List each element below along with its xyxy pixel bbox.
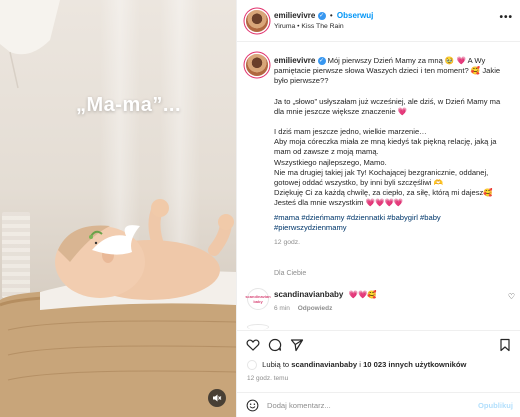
caption-line: Aby moja córeczka miała ze mną kiedyś ta… bbox=[274, 137, 497, 157]
bookmark-icon[interactable] bbox=[498, 338, 512, 352]
commenter-avatar[interactable]: scandinavian baby bbox=[245, 288, 271, 310]
post-media[interactable]: „Ma-ma”... bbox=[0, 0, 236, 417]
caption-username[interactable]: emilievivre bbox=[274, 56, 315, 65]
verified-badge-icon: ✓ bbox=[317, 57, 326, 65]
liker-avatar bbox=[247, 360, 257, 370]
comment-meta: 6 min Odpowiedz bbox=[274, 305, 332, 312]
comment-body: scandinavianbaby 💗💗🥰 bbox=[274, 290, 377, 299]
caption-text: emilievivre ✓ Mój pierwszy Dzień Mamy za… bbox=[274, 56, 512, 248]
for-you-label: Dla Ciebie bbox=[274, 270, 307, 277]
reply-button[interactable]: Odpowiedz bbox=[298, 305, 333, 312]
emoji-icon[interactable] bbox=[246, 399, 259, 412]
comment-box: Opublikuj bbox=[237, 392, 520, 417]
liker-username[interactable]: scandinavianbaby bbox=[291, 360, 357, 369]
caption-line: Nie ma drugiej takiej jak Ty! Kochającej… bbox=[274, 167, 489, 188]
post-sidebar: emilievivre ✓ • Obserwuj Yiruma • Kiss T… bbox=[236, 0, 520, 417]
likes-count[interactable]: 10 023 innych użytkowników bbox=[363, 360, 466, 369]
caption-line: Wszystkiego najlepszego, Mamo. bbox=[274, 157, 387, 167]
comment-time: 6 min bbox=[274, 305, 290, 312]
heart-icon[interactable] bbox=[246, 338, 260, 352]
likes-summary[interactable]: Lubią to scandinavianbaby i 10 023 innyc… bbox=[247, 360, 466, 370]
post-header: emilievivre ✓ • Obserwuj Yiruma • Kiss T… bbox=[237, 0, 520, 42]
commenter-username[interactable]: scandinavianbaby bbox=[274, 290, 343, 299]
comment-input[interactable] bbox=[267, 398, 467, 412]
caption-line: Dziękuję Ci za każdą chwilę, za ciepło, … bbox=[274, 188, 493, 208]
author-line: emilievivre ✓ • Obserwuj bbox=[274, 11, 373, 20]
caption-time: 12 godz. bbox=[274, 239, 301, 247]
comment-text: 💗💗🥰 bbox=[348, 290, 377, 299]
comment-icon[interactable] bbox=[268, 338, 282, 352]
verified-badge-icon: ✓ bbox=[317, 11, 326, 20]
comment-item: scandinavian baby scandinavianbaby 💗💗🥰 6… bbox=[237, 286, 520, 326]
action-bar bbox=[237, 330, 520, 358]
likes-prefix: Lubią to bbox=[262, 360, 290, 369]
caption-hashtags[interactable]: #mama #dzieńmamy #dziennatki #babygirl #… bbox=[274, 213, 512, 233]
share-icon[interactable] bbox=[290, 338, 304, 352]
caption-line: I dziś mam jeszcze jedno, wielkie marzen… bbox=[274, 127, 427, 137]
dot-separator: • bbox=[329, 11, 333, 20]
post-timestamp: 12 godz. temu bbox=[247, 375, 289, 382]
comment-like-icon[interactable]: ♡ bbox=[508, 292, 515, 301]
caption-line: Ja to „słowo” usłyszałam już wcześniej, … bbox=[274, 96, 501, 116]
likes-joiner: i bbox=[359, 360, 361, 369]
more-options-button[interactable]: ••• bbox=[499, 12, 513, 23]
publish-button[interactable]: Opublikuj bbox=[478, 401, 513, 410]
author-avatar[interactable] bbox=[246, 10, 268, 32]
caption-author-avatar[interactable] bbox=[246, 54, 268, 76]
comments-scroll-area[interactable]: emilievivre ✓ Mój pierwszy Dzień Mamy za… bbox=[237, 42, 520, 286]
mute-button[interactable] bbox=[208, 389, 226, 407]
author-username[interactable]: emilievivre bbox=[274, 11, 315, 20]
audio-track[interactable]: Yiruma • Kiss The Rain bbox=[274, 23, 344, 30]
speaker-muted-icon bbox=[213, 394, 222, 402]
baby-photo bbox=[0, 199, 236, 417]
follow-button[interactable]: Obserwuj bbox=[337, 11, 373, 20]
